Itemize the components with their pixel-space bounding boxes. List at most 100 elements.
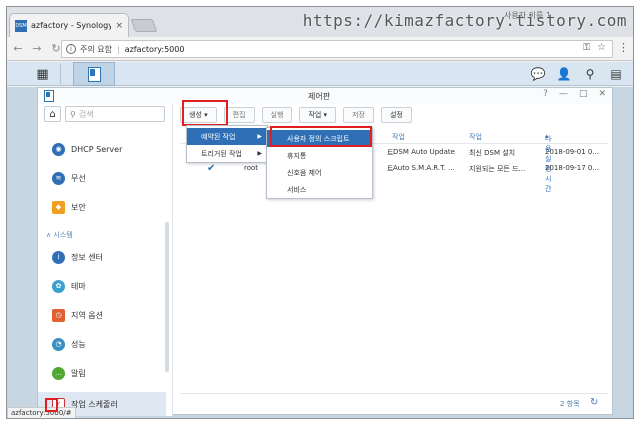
dhcp-icon: ◉ bbox=[52, 142, 65, 156]
sidebar-item-label: 테마 bbox=[71, 281, 86, 291]
sidebar-item-label: 정보 센터 bbox=[71, 252, 103, 262]
calendar-clock-icon: ◷ bbox=[52, 308, 65, 322]
row-action: 지원되는 모든 드... bbox=[469, 165, 526, 173]
row-next-run: 2018-09-17 0... bbox=[545, 164, 600, 172]
help-icon[interactable]: ? bbox=[543, 89, 548, 99]
window-title: 제어판 bbox=[308, 92, 331, 101]
menu-item-label: 트리거된 작업 bbox=[201, 149, 242, 158]
dsm-desktop: 제어판 ? — □ ✕ ⌂ ⚲ 검색 ◉ DHCP Server ≋ 무선 ◆ … bbox=[7, 87, 633, 418]
menu-item-recycle-bin[interactable]: 휴지통 bbox=[267, 147, 372, 164]
key-icon[interactable]: ⚿ bbox=[583, 43, 590, 53]
search-icon[interactable]: ⚲ bbox=[581, 65, 599, 83]
refresh-icon[interactable]: ↻ bbox=[590, 397, 598, 408]
highlight-scheduler-icon-box bbox=[45, 398, 58, 412]
chat-icon: … bbox=[52, 366, 65, 380]
sidebar-section-system[interactable]: ∧ 시스템 bbox=[46, 230, 73, 240]
sidebar-search-input[interactable]: ⚲ 검색 bbox=[65, 106, 165, 122]
footer-divider bbox=[180, 393, 608, 394]
row-task: Auto S.M.A.R.T. ... bbox=[393, 164, 455, 172]
highlight-create-box bbox=[182, 100, 228, 126]
screenshot-frame: DSM azfactory - Synology Di × 사용자 이름 1 h… bbox=[6, 6, 634, 419]
window-header: 제어판 ? — □ ✕ bbox=[38, 88, 612, 104]
home-icon[interactable]: ⌂ bbox=[44, 106, 61, 122]
widgets-icon[interactable]: ▤ bbox=[607, 65, 625, 83]
control-panel-icon bbox=[44, 90, 54, 102]
highlight-user-script-box bbox=[270, 126, 372, 147]
sidebar-item-theme[interactable]: ✿ 테마 bbox=[38, 274, 166, 298]
menu-item-beep-control[interactable]: 신호음 제어 bbox=[267, 164, 372, 181]
menu-item-triggered-task[interactable]: 트리거된 작업 ▶ bbox=[187, 145, 267, 162]
taskbar-control-panel[interactable] bbox=[73, 62, 115, 86]
menu-item-label: 예약된 작업 bbox=[201, 132, 236, 141]
minimize-icon[interactable]: — bbox=[559, 89, 568, 99]
url-text: azfactory:5000 bbox=[124, 44, 185, 54]
back-icon[interactable]: ← bbox=[10, 41, 26, 57]
sidebar-item-label: DHCP Server bbox=[71, 144, 123, 154]
search-placeholder: 검색 bbox=[78, 109, 94, 119]
sidebar: ⌂ ⚲ 검색 ◉ DHCP Server ≋ 무선 ◆ 보안 ∧ 시스템 i 정… bbox=[38, 104, 173, 416]
column-next-run[interactable]: 다음 실행 시간 ▴ bbox=[545, 132, 551, 193]
browser-tab[interactable]: DSM azfactory - Synology Di × bbox=[9, 13, 129, 37]
menu-item-service[interactable]: 서비스 bbox=[267, 181, 372, 198]
address-bar: ← → ↻ i 주의 요함 | azfactory:5000 ⚿ ☆ ⋮ bbox=[7, 37, 633, 61]
chevron-down-icon: ▾ bbox=[321, 111, 328, 119]
dsm-favicon-icon: DSM bbox=[15, 19, 27, 32]
watermark-url: https://kimazfactory.tistory.com bbox=[302, 11, 627, 30]
bookmark-star-icon[interactable]: ☆ bbox=[597, 42, 606, 53]
browser-menu-icon[interactable]: ⋮ bbox=[618, 41, 629, 54]
new-tab-button[interactable] bbox=[130, 19, 158, 32]
sidebar-item-label: 성능 bbox=[71, 339, 86, 349]
save-button[interactable]: 저장 bbox=[343, 107, 374, 123]
gauge-icon: ◔ bbox=[52, 337, 65, 351]
sidebar-item-notification[interactable]: … 알림 bbox=[38, 361, 166, 385]
column-action[interactable]: 작업 bbox=[469, 132, 482, 142]
action-button[interactable]: 작업 ▾ bbox=[299, 107, 337, 123]
sidebar-item-wireless[interactable]: ≋ 무선 bbox=[38, 166, 166, 190]
sidebar-item-regional[interactable]: ◷ 지역 옵션 bbox=[38, 303, 166, 327]
close-tab-icon[interactable]: × bbox=[115, 21, 123, 31]
search-icon: ⚲ bbox=[70, 109, 76, 119]
url-input[interactable]: i 주의 요함 | azfactory:5000 ⚿ ☆ bbox=[61, 40, 613, 58]
run-button[interactable]: 실행 bbox=[261, 107, 293, 123]
notification-chat-icon[interactable]: 💬 bbox=[529, 65, 547, 83]
row-task: DSM Auto Update bbox=[393, 148, 455, 156]
row-next-run: 2018-09-01 0... bbox=[545, 148, 600, 156]
shield-icon: ◆ bbox=[52, 200, 65, 214]
maximize-icon[interactable]: □ bbox=[579, 89, 588, 99]
sidebar-item-label: 알림 bbox=[71, 368, 86, 378]
sidebar-item-dhcp[interactable]: ◉ DHCP Server bbox=[38, 137, 166, 161]
main-menu-grid-icon[interactable]: ▦ bbox=[25, 64, 61, 84]
address-separator: | bbox=[116, 44, 120, 54]
info-icon: i bbox=[52, 250, 65, 264]
create-menu: 예약된 작업 ▶ 트리거된 작업 ▶ bbox=[186, 125, 268, 163]
chevron-right-icon: ▶ bbox=[257, 133, 262, 140]
control-panel-window: 제어판 ? — □ ✕ ⌂ ⚲ 검색 ◉ DHCP Server ≋ 무선 ◆ … bbox=[37, 87, 613, 416]
dsm-taskbar: ▦ 💬 👤 ⚲ ▤ bbox=[7, 62, 633, 86]
item-count: 2 항목 bbox=[560, 400, 580, 408]
tab-title: azfactory - Synology Di bbox=[31, 21, 112, 30]
sidebar-item-label: 무선 bbox=[71, 173, 86, 183]
browser-tabstrip: DSM azfactory - Synology Di × 사용자 이름 1 h… bbox=[7, 7, 633, 37]
sidebar-item-security[interactable]: ◆ 보안 bbox=[38, 195, 166, 219]
row-owner: root bbox=[244, 164, 259, 172]
table-row[interactable]: ✔ root 트 Auto S.M.A.R.T. ... 지원되는 모든 드..… bbox=[180, 161, 608, 176]
security-warning: 주의 요함 bbox=[80, 44, 112, 54]
palette-icon: ✿ bbox=[52, 279, 65, 293]
sidebar-item-performance[interactable]: ◔ 성능 bbox=[38, 332, 166, 356]
forward-icon[interactable]: → bbox=[29, 41, 45, 57]
chevron-right-icon: ▶ bbox=[257, 150, 262, 157]
settings-button[interactable]: 설정 bbox=[380, 107, 412, 123]
user-icon[interactable]: 👤 bbox=[555, 65, 573, 83]
edit-button[interactable]: 편집 bbox=[223, 107, 255, 123]
column-task[interactable]: 작업 bbox=[392, 132, 405, 142]
sidebar-item-info-center[interactable]: i 정보 센터 bbox=[38, 245, 166, 269]
enabled-check-icon[interactable]: ✔ bbox=[207, 164, 217, 174]
close-icon[interactable]: ✕ bbox=[598, 89, 606, 99]
taskbar-tray: 💬 👤 ⚲ ▤ bbox=[529, 65, 625, 83]
sidebar-item-label: 작업 스케줄러 bbox=[71, 399, 118, 409]
sidebar-scrollbar[interactable] bbox=[165, 222, 169, 372]
info-icon[interactable]: i bbox=[66, 44, 76, 54]
control-panel-icon bbox=[87, 66, 101, 82]
menu-item-scheduled-task[interactable]: 예약된 작업 ▶ bbox=[187, 128, 267, 145]
browser-status-bar: azfactory:5000/# bbox=[7, 407, 76, 418]
